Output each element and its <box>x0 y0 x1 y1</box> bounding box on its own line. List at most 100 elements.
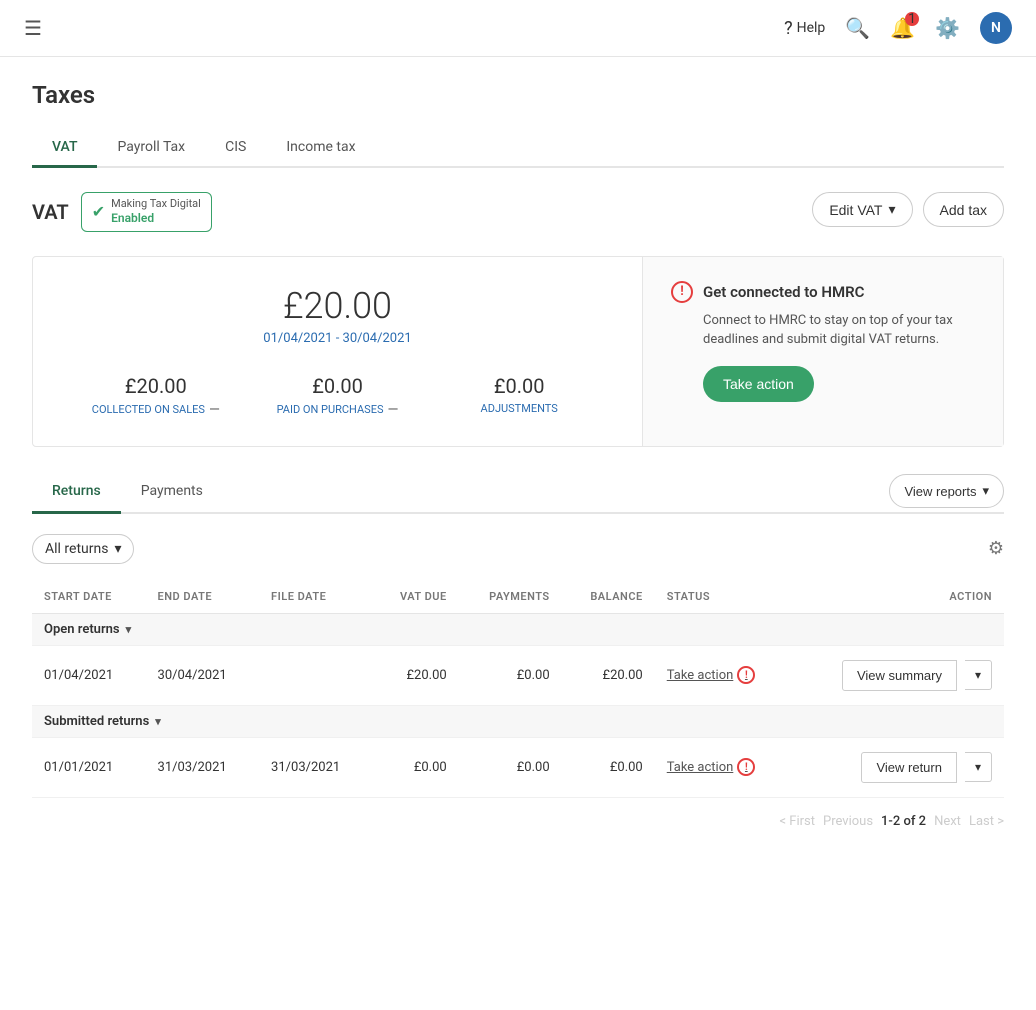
row1-action-cell: View summary ▾ <box>804 660 992 691</box>
row2-view-return-button[interactable]: View return <box>861 752 957 783</box>
nav-left: ☰ <box>24 16 42 40</box>
filter-select[interactable]: All returns <box>32 534 134 564</box>
row2-status: Take action ! <box>655 737 792 797</box>
mtd-line1: Making Tax Digital <box>111 197 201 211</box>
col-end-date: END DATE <box>146 580 260 614</box>
row1-start-date: 01/04/2021 <box>32 645 146 705</box>
col-balance: BALANCE <box>562 580 655 614</box>
table-row: 01/01/2021 31/03/2021 31/03/2021 £0.00 £… <box>32 737 1004 797</box>
collected-item: £20.00 COLLECTED ON SALES — <box>65 374 247 418</box>
vat-summary-container: £20.00 01/04/2021 - 30/04/2021 £20.00 CO… <box>32 256 1004 447</box>
notification-badge: 1 <box>905 12 919 26</box>
row1-vat-due: £20.00 <box>373 645 459 705</box>
adjustments-amount: £0.00 <box>428 374 610 398</box>
vat-actions: Edit VAT Add tax <box>812 192 1004 227</box>
date-range: 01/04/2021 - 30/04/2021 <box>65 331 610 346</box>
hamburger-icon[interactable]: ☰ <box>24 16 42 40</box>
table-header-row: START DATE END DATE FILE DATE VAT DUE PA… <box>32 580 1004 614</box>
paid-amount: £0.00 <box>247 374 429 398</box>
vat-label: VAT <box>32 200 69 224</box>
sub-tabs: Returns Payments <box>32 471 223 512</box>
col-file-date: FILE DATE <box>259 580 373 614</box>
row2-action-chevron[interactable]: ▾ <box>965 752 992 782</box>
row1-payments: £0.00 <box>459 645 562 705</box>
row2-file-date: 31/03/2021 <box>259 737 373 797</box>
add-tax-button[interactable]: Add tax <box>923 192 1004 227</box>
filter-chevron <box>114 541 121 557</box>
tab-payroll[interactable]: Payroll Tax <box>97 129 205 168</box>
row1-take-action[interactable]: Take action ! <box>667 666 780 684</box>
row2-action-cell: View return ▾ <box>804 752 992 783</box>
row1-file-date <box>259 645 373 705</box>
row1-action-chevron[interactable]: ▾ <box>965 660 992 690</box>
tab-income[interactable]: Income tax <box>266 129 375 168</box>
mtd-line2: Enabled <box>111 211 201 227</box>
row2-alert-icon: ! <box>737 758 755 776</box>
col-status: STATUS <box>655 580 792 614</box>
filter-row: All returns ⚙ <box>32 534 1004 564</box>
pagination: < First Previous 1-2 of 2 Next Last > <box>32 814 1004 829</box>
tab-vat[interactable]: VAT <box>32 129 97 168</box>
main-tabs: VAT Payroll Tax CIS Income tax <box>32 129 1004 168</box>
submitted-returns-group: Submitted returns ▾ <box>32 705 1004 737</box>
pagination-previous[interactable]: Previous <box>823 814 873 829</box>
edit-vat-chevron <box>888 201 895 218</box>
hmrc-card: ! Get connected to HMRC Connect to HMRC … <box>643 257 1003 446</box>
row1-balance: £20.00 <box>562 645 655 705</box>
row1-view-summary-button[interactable]: View summary <box>842 660 957 691</box>
pagination-last[interactable]: Last > <box>969 814 1004 829</box>
row1-end-date: 30/04/2021 <box>146 645 260 705</box>
adjustments-label: ADJUSTMENTS <box>428 402 610 415</box>
settings-icon[interactable]: ⚙️ <box>935 16 960 40</box>
adjustments-item: £0.00 ADJUSTMENTS <box>428 374 610 418</box>
open-returns-group: Open returns ▾ <box>32 613 1004 645</box>
hmrc-header: ! Get connected to HMRC <box>671 281 975 303</box>
row2-take-action[interactable]: Take action ! <box>667 758 780 776</box>
take-action-button[interactable]: Take action <box>703 366 814 402</box>
avatar[interactable]: N <box>980 12 1012 44</box>
vat-header: VAT ✔ Making Tax Digital Enabled Edit VA… <box>32 192 1004 232</box>
help-button[interactable]: ? Help <box>784 18 825 39</box>
paid-item: £0.00 PAID ON PURCHASES — <box>247 374 429 418</box>
row1-alert-icon: ! <box>737 666 755 684</box>
collected-label: COLLECTED ON SALES — <box>65 402 247 418</box>
row1-status: Take action ! <box>655 645 792 705</box>
sub-tabs-container: Returns Payments View reports <box>32 471 1004 514</box>
page-title: Taxes <box>32 81 1004 109</box>
tab-cis[interactable]: CIS <box>205 129 266 168</box>
row2-start-date: 01/01/2021 <box>32 737 146 797</box>
hmrc-description: Connect to HMRC to stay on top of your t… <box>703 311 975 350</box>
vat-title-block: VAT ✔ Making Tax Digital Enabled <box>32 192 212 232</box>
pagination-first[interactable]: < First <box>779 814 815 829</box>
paid-info-icon[interactable]: — <box>387 402 398 418</box>
mtd-badge: ✔ Making Tax Digital Enabled <box>81 192 212 232</box>
tab-payments[interactable]: Payments <box>121 471 223 514</box>
notifications-icon[interactable]: 🔔 1 <box>890 16 915 40</box>
pagination-current: 1-2 of 2 <box>881 814 926 829</box>
tab-returns[interactable]: Returns <box>32 471 121 514</box>
col-vat-due: VAT DUE <box>373 580 459 614</box>
submitted-returns-toggle[interactable]: ▾ <box>155 715 161 728</box>
hmrc-title: Get connected to HMRC <box>703 283 864 301</box>
row2-end-date: 31/03/2021 <box>146 737 260 797</box>
collected-info-icon[interactable]: — <box>209 402 220 418</box>
vat-summary-left: £20.00 01/04/2021 - 30/04/2021 £20.00 CO… <box>33 257 643 446</box>
row2-balance: £0.00 <box>562 737 655 797</box>
summary-row: £20.00 COLLECTED ON SALES — £0.00 PAID O… <box>65 374 610 418</box>
collected-amount: £20.00 <box>65 374 247 398</box>
warning-icon: ! <box>671 281 693 303</box>
row1-action: View summary ▾ <box>792 645 1004 705</box>
mtd-check-icon: ✔ <box>92 202 105 221</box>
row2-payments: £0.00 <box>459 737 562 797</box>
top-nav: ☰ ? Help 🔍 🔔 1 ⚙️ N <box>0 0 1036 57</box>
col-start-date: START DATE <box>32 580 146 614</box>
view-reports-button[interactable]: View reports <box>889 474 1004 508</box>
table-settings-icon[interactable]: ⚙ <box>988 538 1004 559</box>
pagination-next[interactable]: Next <box>934 814 961 829</box>
search-icon[interactable]: 🔍 <box>845 16 870 40</box>
edit-vat-button[interactable]: Edit VAT <box>812 192 912 227</box>
returns-table: START DATE END DATE FILE DATE VAT DUE PA… <box>32 580 1004 798</box>
open-returns-toggle[interactable]: ▾ <box>126 623 132 636</box>
col-payments: PAYMENTS <box>459 580 562 614</box>
nav-right: ? Help 🔍 🔔 1 ⚙️ N <box>784 12 1012 44</box>
